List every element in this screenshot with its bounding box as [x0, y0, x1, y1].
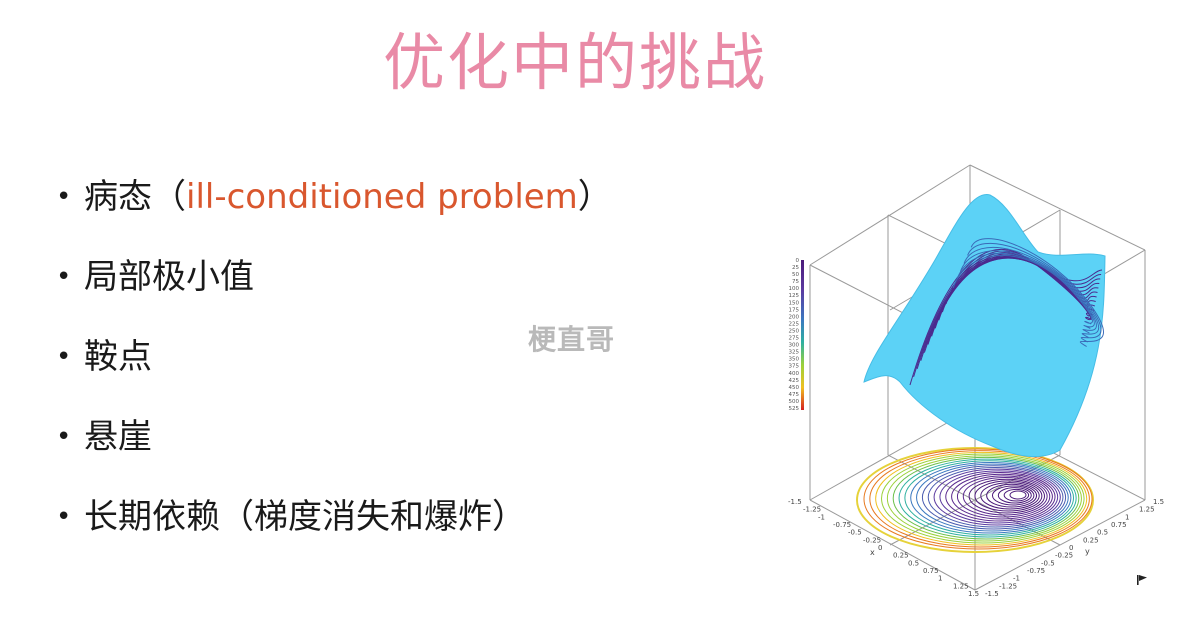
bullet-item: • 长期依赖（梯度消失和爆炸）: [56, 490, 612, 570]
y-tick-label: -0.75: [1027, 567, 1045, 575]
x-tick-label: 0.5: [908, 559, 919, 567]
y-tick-label: -1: [1013, 575, 1020, 583]
y-tick-label: 0.25: [1083, 536, 1099, 544]
y-tick-label: 1: [1125, 513, 1129, 521]
y-tick-label: -1.5: [985, 590, 999, 598]
colorbar-tick-label: 100: [789, 286, 800, 292]
colorbar-tick-label: 450: [789, 385, 800, 391]
colorbar-tick-label: 300: [789, 343, 800, 349]
y-tick-label: 0.5: [1097, 529, 1108, 537]
x-axis-label: x: [870, 548, 875, 557]
saddle-surface: [863, 194, 1106, 458]
contour-line: [1009, 490, 1027, 500]
colorbar-tick-label: 350: [789, 357, 800, 363]
colorbar-ticks: 0255075100125150175200225250 275300325350…: [789, 258, 800, 412]
x-tick-label: 1.5: [968, 590, 979, 598]
x-tick-label: 0.25: [893, 552, 909, 560]
bullet-text-end: ）: [577, 177, 612, 217]
bullet-text: 悬崖: [84, 417, 152, 457]
bullet-dot-icon: •: [56, 262, 72, 292]
bullet-dot-icon: •: [56, 422, 72, 452]
colorbar-tick-label: 250: [789, 328, 800, 334]
colorbar-tick-label: 200: [789, 314, 800, 320]
colorbar-tick-label: 325: [789, 350, 800, 356]
colorbar-tick-label: 75: [792, 279, 799, 285]
colorbar-tick-label: 375: [789, 364, 800, 370]
watermark-text: 梗直哥: [528, 323, 616, 356]
y-tick-label: 1.5: [1153, 498, 1164, 506]
colorbar-tick-label: 225: [789, 321, 800, 327]
y-tick-label: -0.5: [1041, 559, 1055, 567]
bullet-list: • 病态（ill-conditioned problem） • 局部极小值 • 鞍点 …: [56, 170, 612, 570]
y-axis-label: y: [1085, 547, 1090, 556]
y-tick-label: -1.25: [999, 582, 1017, 590]
x-tick-label: 1: [938, 575, 942, 583]
colorbar-tick-label: 400: [789, 371, 800, 377]
bullet-text: 局部极小值: [84, 257, 254, 297]
colorbar-tick-label: 25: [792, 265, 799, 271]
bullet-text: 鞍点: [84, 337, 152, 377]
colorbar-tick-label: 150: [789, 300, 800, 306]
x-tick-label: 0: [878, 544, 882, 552]
bullet-text: 病态（: [84, 177, 186, 217]
colorbar-tick-label: 475: [789, 392, 800, 398]
y-tick-label: 1.25: [1139, 506, 1155, 514]
y-tick-label: 0.75: [1111, 521, 1127, 529]
y-tick-label: -0.25: [1055, 552, 1073, 560]
bullet-highlight: ill-conditioned problem: [186, 177, 578, 217]
bullet-item: • 悬崖: [56, 410, 612, 490]
y-tick-label: 0: [1069, 544, 1073, 552]
x-tick-label: -1.5: [788, 498, 802, 506]
surface-plot: 0255075100125150175200225250275300325350…: [788, 164, 1164, 598]
x-tick-label: 1.25: [953, 582, 969, 590]
bullet-dot-icon: •: [56, 342, 72, 372]
colorbar-tick-label: 175: [789, 307, 800, 313]
bullet-dot-icon: •: [56, 182, 72, 212]
colorbar-tick-label: 50: [792, 272, 799, 278]
colorbar: [801, 260, 804, 410]
slide-title: 优化中的挑战: [382, 26, 767, 99]
x-tick-label: 0.75: [923, 567, 939, 575]
colorbar-tick-label: 275: [789, 336, 800, 342]
flag-icon[interactable]: [1137, 575, 1147, 585]
colorbar-tick-label: 125: [789, 293, 800, 299]
bullet-dot-icon: •: [56, 502, 72, 532]
contour-line: [904, 460, 1075, 536]
bullet-item: • 病态（ill-conditioned problem）: [56, 170, 612, 250]
bullet-text: 长期依赖（梯度消失和爆炸）: [84, 497, 526, 537]
colorbar-tick-label: 500: [789, 399, 800, 405]
colorbar-tick-label: 0: [796, 258, 800, 264]
colorbar-tick-label: 425: [789, 378, 800, 384]
x-tick-label: -0.5: [848, 529, 862, 537]
colorbar-tick-label: 525: [789, 406, 800, 412]
x-tick-label: -1: [818, 513, 825, 521]
